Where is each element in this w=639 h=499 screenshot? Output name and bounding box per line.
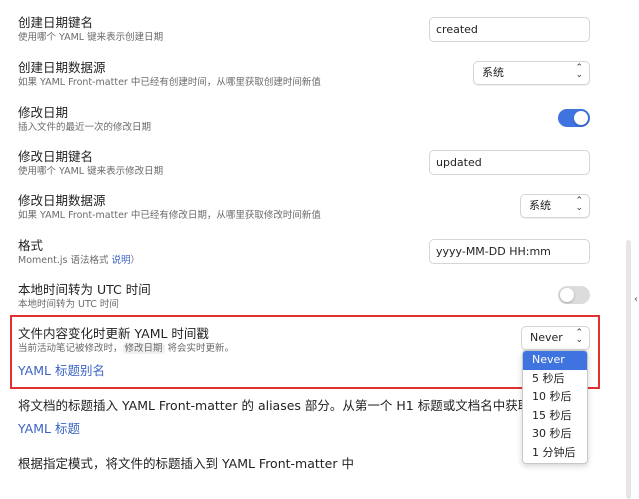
dropdown-option[interactable]: 10 秒后 <box>523 388 587 407</box>
dropdown-option[interactable]: 15 秒后 <box>523 407 587 426</box>
setting-title: 修改日期数据源 <box>18 193 106 208</box>
created-key-input[interactable]: created <box>429 17 590 42</box>
setting-desc: 本地时间转为 UTC 时间 <box>18 299 119 310</box>
format-input[interactable]: yyyy-MM-DD HH:mm <box>429 239 590 264</box>
setting-modified-date: 修改日期 插入文件的最近一次的修改日期 <box>18 104 590 134</box>
modified-date-toggle[interactable] <box>558 109 590 127</box>
desc-text: 当前活动笔记被修改时， <box>18 343 123 354</box>
created-source-select[interactable]: 系统 ⌃ ⌄ <box>473 61 590 85</box>
setting-title: 修改日期 <box>18 105 69 120</box>
chevron-updown-icon: ⌃ ⌄ <box>575 196 583 213</box>
modified-key-input[interactable]: updated <box>429 150 590 175</box>
update-interval-dropdown: Never 5 秒后 10 秒后 15 秒后 30 秒后 1 分钟后 <box>522 350 588 464</box>
desc-text: Moment.js 语法格式 <box>18 255 109 266</box>
select-value: 系统 <box>529 199 551 212</box>
desc-code: 修改日期 <box>122 343 165 354</box>
setting-created-key: 创建日期键名 使用哪个 YAML 键来表示创建日期 created <box>18 14 590 44</box>
scrollbar[interactable] <box>626 240 631 499</box>
format-help-link[interactable]: 说明 <box>112 255 131 266</box>
setting-desc: 当前活动笔记被修改时， 修改日期 将会实时更新。 <box>18 342 590 355</box>
dropdown-option[interactable]: 5 秒后 <box>523 370 587 389</box>
setting-title: 文件内容变化时更新 YAML 时间戳 <box>18 326 209 341</box>
update-interval-select[interactable]: Never ⌃ ⌄ <box>521 326 590 350</box>
dropdown-option[interactable]: 30 秒后 <box>523 425 587 444</box>
section-desc-alias: 将文档的标题插入 YAML Front-matter 的 aliases 部分。… <box>18 398 543 413</box>
setting-update-on-change: 文件内容变化时更新 YAML 时间戳 当前活动笔记被修改时， 修改日期 将会实时更… <box>18 325 590 355</box>
select-value: Never <box>530 331 563 344</box>
select-value: 系统 <box>482 66 504 79</box>
utc-toggle[interactable] <box>558 286 590 304</box>
toggle-knob <box>574 111 588 125</box>
setting-created-source: 创建日期键名 创建日期数据源 如果 YAML Front-matter 中已经有… <box>18 59 590 89</box>
section-desc-title: 根据指定模式，将文件的标题插入到 YAML Front-matter 中 <box>18 456 354 471</box>
section-heading-alias: YAML 标题别名 <box>18 363 105 378</box>
chevron-left-icon[interactable]: ‹ <box>634 294 638 305</box>
setting-modified-source: 修改日期数据源 如果 YAML Front-matter 中已经有修改日期，从哪… <box>18 192 590 222</box>
desc-suffix: ） <box>130 255 141 266</box>
chevron-updown-icon: ⌃ ⌄ <box>575 328 583 345</box>
setting-format: 格式 Moment.js 语法格式 说明） yyyy-MM-DD HH:mm <box>18 237 590 267</box>
dropdown-option[interactable]: Never <box>523 351 587 370</box>
modified-source-select[interactable]: 系统 ⌃ ⌄ <box>520 194 590 218</box>
setting-desc: 插入文件的最近一次的修改日期 <box>18 122 152 133</box>
chevron-updown-icon: ⌃ ⌄ <box>575 63 583 80</box>
desc-suffix: 将会实时更新。 <box>164 343 235 354</box>
setting-title: 本地时间转为 UTC 时间 <box>18 282 151 297</box>
setting-utc: 本地时间转为 UTC 时间 本地时间转为 UTC 时间 <box>18 281 590 311</box>
dropdown-option[interactable]: 1 分钟后 <box>523 444 587 463</box>
setting-desc: 如果 YAML Front-matter 中已经有修改日期，从哪里获取修改时间新… <box>18 210 321 221</box>
section-heading-title: YAML 标题 <box>18 421 80 436</box>
toggle-knob <box>560 288 574 302</box>
setting-modified-key: 修改日期键名 使用哪个 YAML 键来表示修改日期 updated <box>18 148 590 178</box>
